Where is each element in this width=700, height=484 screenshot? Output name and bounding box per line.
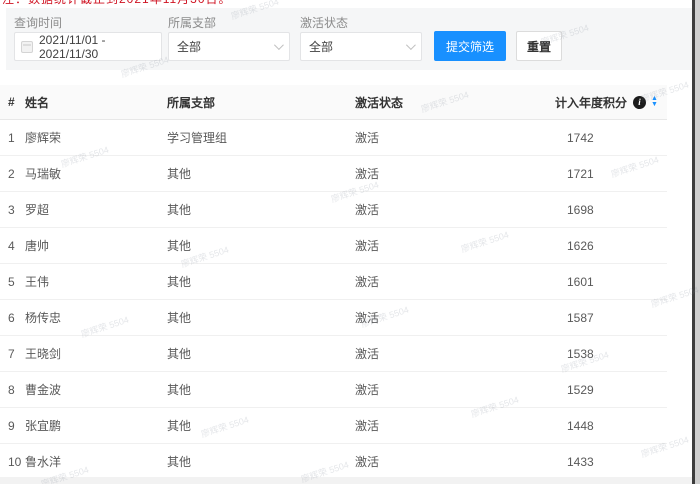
table-row: 4 唐帅 其他 激活 1626 <box>0 228 667 264</box>
cell-score: 1698 <box>555 203 667 217</box>
cell-index: 2 <box>0 167 25 181</box>
branch-filter-label: 所属支部 <box>168 14 216 31</box>
table-row: 7 王晓剑 其他 激活 1538 <box>0 336 667 372</box>
cell-status: 激活 <box>355 345 555 362</box>
date-range-input[interactable]: 2021/11/01 - 2021/11/30 <box>14 32 162 61</box>
cell-index: 8 <box>0 383 25 397</box>
cell-score: 1587 <box>555 311 667 325</box>
status-select[interactable]: 全部 <box>300 32 422 61</box>
filter-panel: 查询时间 所属支部 激活状态 2021/11/01 - 2021/11/30 全… <box>6 8 692 70</box>
sort-toggle[interactable]: ▲ ▼ <box>651 96 658 108</box>
status-select-value: 全部 <box>309 38 333 55</box>
top-note-clipped: 注：数据统计截止到2021年11月30日。 <box>2 0 422 7</box>
score-table: # 姓名 所属支部 激活状态 计入年度积分 i ▲ ▼ 1 廖辉荣 学习管理组 … <box>0 85 667 480</box>
cell-name: 张宜鹏 <box>25 417 167 434</box>
cell-index: 6 <box>0 311 25 325</box>
cell-score: 1601 <box>555 275 667 289</box>
cell-name: 廖辉荣 <box>25 129 167 146</box>
cell-status: 激活 <box>355 381 555 398</box>
cell-name: 马瑞敏 <box>25 165 167 182</box>
cell-branch: 其他 <box>167 381 355 398</box>
col-header-score: 计入年度积分 i ▲ ▼ <box>555 94 667 111</box>
info-icon[interactable]: i <box>633 96 646 109</box>
col-header-name: 姓名 <box>25 94 167 111</box>
submit-filter-button[interactable]: 提交筛选 <box>434 31 506 61</box>
cell-name: 王伟 <box>25 273 167 290</box>
cell-branch: 其他 <box>167 345 355 362</box>
cell-name: 杨传忠 <box>25 309 167 326</box>
cell-index: 7 <box>0 347 25 361</box>
table-row: 1 廖辉荣 学习管理组 激活 1742 <box>0 120 667 156</box>
cell-index: 9 <box>0 419 25 433</box>
calendar-icon <box>21 41 33 53</box>
cell-status: 激活 <box>355 453 555 470</box>
cell-status: 激活 <box>355 165 555 182</box>
cell-score: 1529 <box>555 383 667 397</box>
cell-score: 1721 <box>555 167 667 181</box>
table-body: 1 廖辉荣 学习管理组 激活 1742 2 马瑞敏 其他 激活 1721 3 罗… <box>0 120 667 480</box>
chevron-down-icon <box>274 40 284 50</box>
cell-score: 1433 <box>555 455 667 469</box>
branch-select[interactable]: 全部 <box>168 32 290 61</box>
cell-score: 1742 <box>555 131 667 145</box>
caret-down-icon: ▼ <box>651 102 658 108</box>
table-row: 5 王伟 其他 激活 1601 <box>0 264 667 300</box>
date-range-value: 2021/11/01 - 2021/11/30 <box>39 33 155 61</box>
cell-name: 鲁水洋 <box>25 453 167 470</box>
table-row: 2 马瑞敏 其他 激活 1721 <box>0 156 667 192</box>
chevron-down-icon <box>406 40 416 50</box>
cell-branch: 其他 <box>167 273 355 290</box>
table-row: 9 张宜鹏 其他 激活 1448 <box>0 408 667 444</box>
score-header-label: 计入年度积分 <box>555 94 627 111</box>
cell-index: 1 <box>0 131 25 145</box>
cell-index: 4 <box>0 239 25 253</box>
cell-status: 激活 <box>355 417 555 434</box>
cell-index: 10 <box>0 455 25 469</box>
branch-select-value: 全部 <box>177 38 201 55</box>
status-filter-label: 激活状态 <box>300 14 348 31</box>
cell-status: 激活 <box>355 309 555 326</box>
reset-button[interactable]: 重置 <box>516 31 562 61</box>
cell-branch: 学习管理组 <box>167 129 355 146</box>
window-edge-margin <box>695 0 700 484</box>
cell-status: 激活 <box>355 273 555 290</box>
cell-branch: 其他 <box>167 417 355 434</box>
cell-name: 罗超 <box>25 201 167 218</box>
col-header-index: # <box>0 95 25 109</box>
table-row: 8 曹金波 其他 激活 1529 <box>0 372 667 408</box>
cell-branch: 其他 <box>167 237 355 254</box>
cell-score: 1626 <box>555 239 667 253</box>
cell-branch: 其他 <box>167 201 355 218</box>
cell-name: 唐帅 <box>25 237 167 254</box>
cell-index: 3 <box>0 203 25 217</box>
cell-score: 1448 <box>555 419 667 433</box>
table-row: 3 罗超 其他 激活 1698 <box>0 192 667 228</box>
table-row: 6 杨传忠 其他 激活 1587 <box>0 300 667 336</box>
cell-status: 激活 <box>355 201 555 218</box>
col-header-status: 激活状态 <box>355 94 555 111</box>
cell-name: 曹金波 <box>25 381 167 398</box>
cell-score: 1538 <box>555 347 667 361</box>
cell-branch: 其他 <box>167 165 355 182</box>
cell-status: 激活 <box>355 129 555 146</box>
date-filter-label: 查询时间 <box>14 14 62 31</box>
bottom-strip <box>0 477 692 484</box>
col-header-branch: 所属支部 <box>167 94 355 111</box>
cell-index: 5 <box>0 275 25 289</box>
cell-status: 激活 <box>355 237 555 254</box>
cell-branch: 其他 <box>167 453 355 470</box>
table-row: 10 鲁水洋 其他 激活 1433 <box>0 444 667 480</box>
data-note-text: 注：数据统计截止到2021年11月30日。 <box>2 0 422 6</box>
cell-name: 王晓剑 <box>25 345 167 362</box>
cell-branch: 其他 <box>167 309 355 326</box>
table-header-row: # 姓名 所属支部 激活状态 计入年度积分 i ▲ ▼ <box>0 85 667 120</box>
